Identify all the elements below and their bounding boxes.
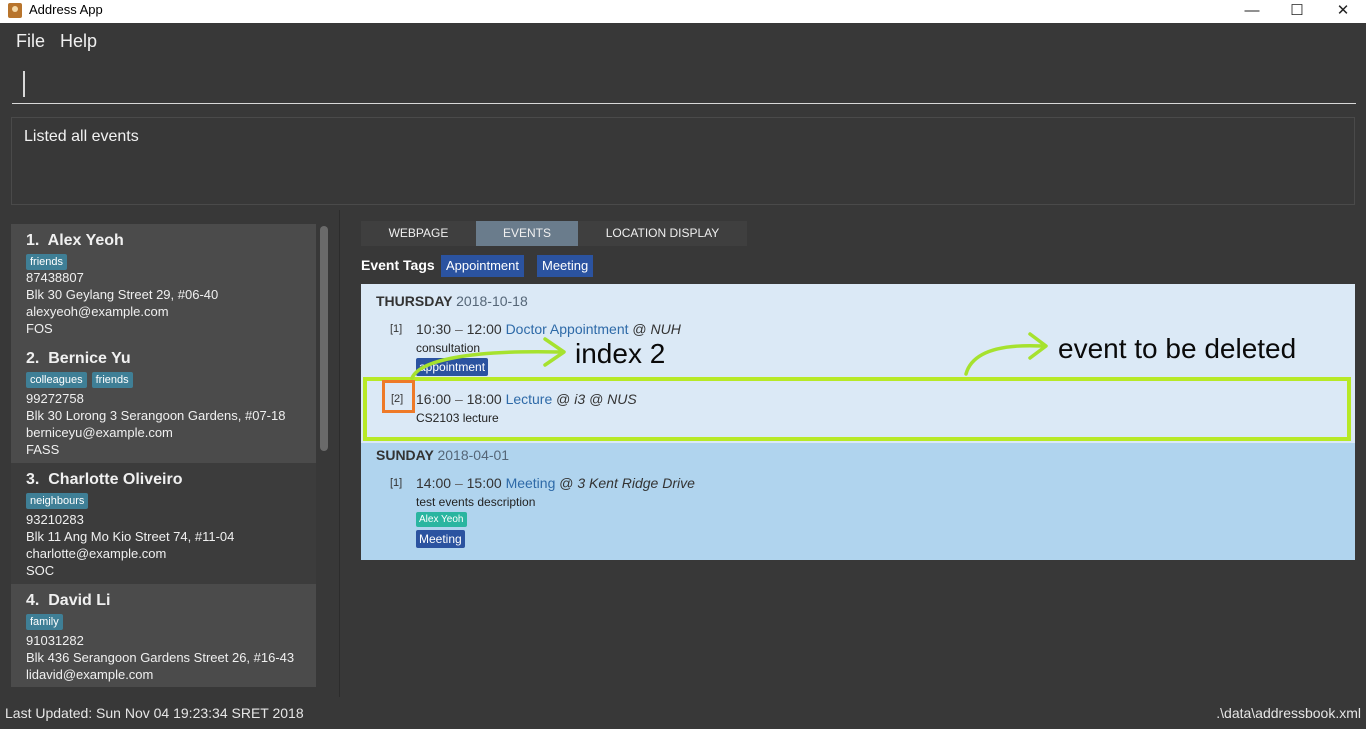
annotation-event-label: event to be deleted [1058, 333, 1297, 364]
arrow-event [964, 343, 1044, 376]
status-bar: Last Updated: Sun Nov 04 19:23:34 SRET 2… [0, 697, 1366, 729]
save-location-status: .\data\addressbook.xml [1216, 705, 1361, 721]
arrow-index [410, 349, 562, 380]
annotation-index-label: index 2 [575, 338, 666, 369]
last-updated-status: Last Updated: Sun Nov 04 19:23:34 SRET 2… [5, 705, 304, 721]
